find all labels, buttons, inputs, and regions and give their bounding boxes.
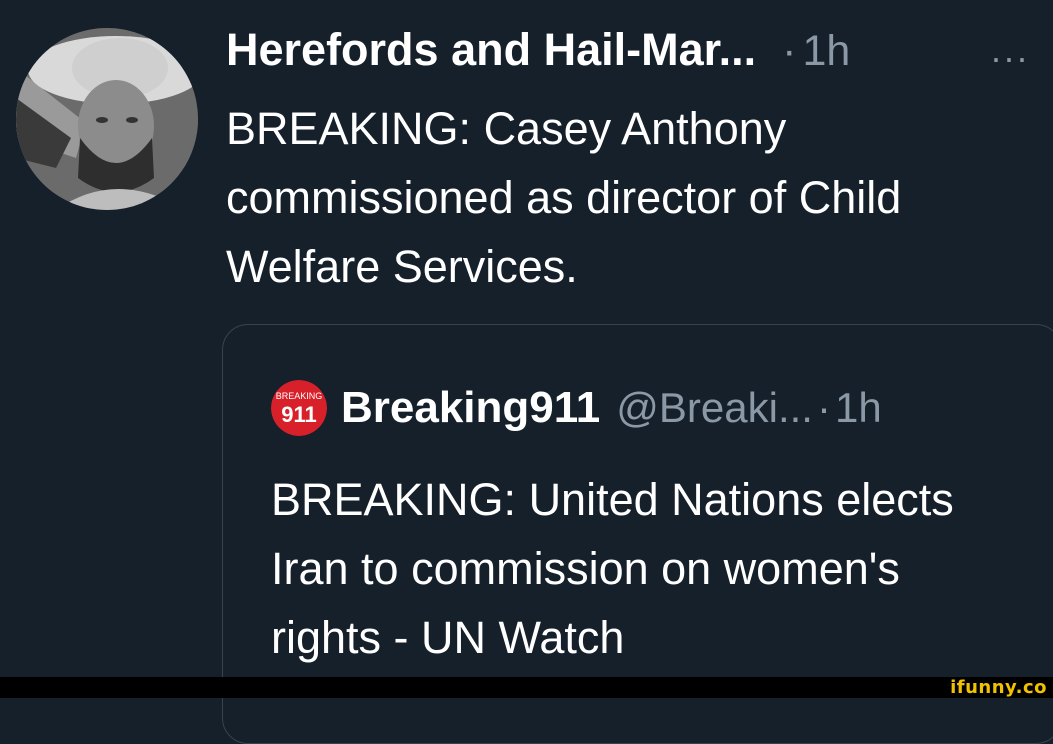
author-avatar-image <box>16 28 198 210</box>
tweet-header: Herefords and Hail-Mar... · 1h <box>226 24 850 86</box>
author-avatar[interactable] <box>16 28 198 210</box>
quoted-author-handle[interactable]: @Breaki... <box>616 384 813 432</box>
tweet-timestamp[interactable]: 1h <box>802 27 850 76</box>
author-display-name[interactable]: Herefords and Hail-Mar... <box>226 24 756 76</box>
quoted-header-separator: · <box>816 384 831 431</box>
quoted-author-display-name[interactable]: Breaking911 <box>341 383 600 433</box>
quoted-tweet-header: BREAKING 911 Breaking911 @Breaki... · 1h <box>271 380 882 436</box>
quoted-tweet-timestamp[interactable]: 1h <box>835 384 882 432</box>
breaking911-logo-icon: BREAKING 911 <box>271 380 327 436</box>
svg-text:911: 911 <box>281 402 317 427</box>
tweet-text: BREAKING: Casey Anthony commissioned as … <box>226 103 902 292</box>
watermark-bar: ifunny.co <box>0 677 1053 698</box>
ifunny-watermark: ifunny.co <box>950 677 1047 698</box>
quoted-author-avatar[interactable]: BREAKING 911 <box>271 380 327 436</box>
header-separator: · <box>782 27 797 75</box>
quoted-tweet-text: BREAKING: United Nations elects Iran to … <box>271 474 954 663</box>
more-horizontal-icon[interactable]: ··· <box>990 40 1029 76</box>
svg-text:BREAKING: BREAKING <box>276 391 323 401</box>
